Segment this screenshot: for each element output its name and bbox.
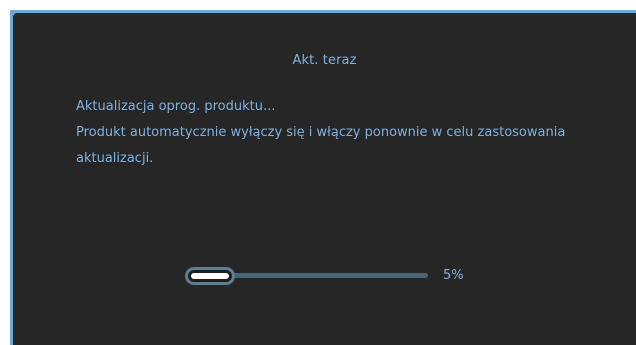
update-progress-bar (185, 267, 428, 285)
status-line-restart: Produkt automatycznie wyłączy się i włąc… (76, 125, 566, 140)
status-line-restart-cont: aktualizacji. (76, 151, 154, 166)
progress-percent-label: 5% (443, 268, 464, 283)
update-dialog: Akt. teraz Aktualizacja oprog. produktu.… (10, 10, 636, 345)
corner-accent (10, 10, 60, 50)
progress-fill-inner (191, 273, 229, 279)
dialog-title: Akt. teraz (292, 53, 357, 68)
status-line-updating: Aktualizacja oprog. produktu... (76, 99, 276, 114)
progress-fill (185, 267, 235, 285)
